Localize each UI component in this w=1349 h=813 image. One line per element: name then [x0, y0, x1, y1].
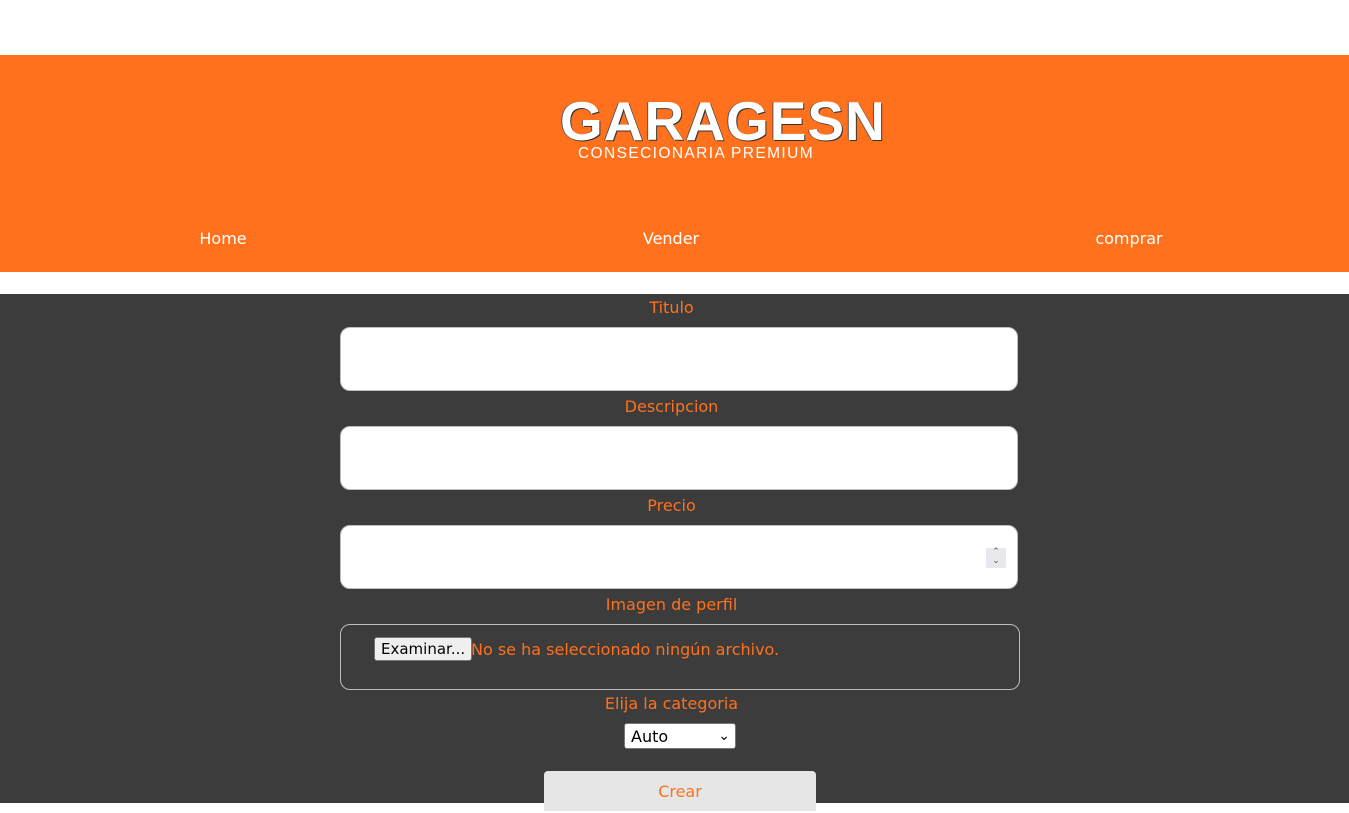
- number-spinner-icon[interactable]: ⌃ ⌄: [986, 548, 1006, 568]
- categoria-label: Elija la categoria: [604, 694, 739, 713]
- titulo-input[interactable]: [341, 328, 1017, 390]
- crear-button[interactable]: Crear: [544, 771, 816, 811]
- logo-wordmark: GARAGESN: [560, 90, 886, 152]
- precio-label: Precio: [647, 496, 696, 515]
- nav-home-link[interactable]: Home: [180, 229, 266, 249]
- file-status-text: No se ha seleccionado ningún archivo.: [471, 640, 780, 659]
- site-logo[interactable]: GARAGESN CONSECIONARIA PREMIUM: [560, 90, 886, 165]
- logo-tagline: CONSECIONARIA PREMIUM: [577, 145, 815, 162]
- categoria-select[interactable]: Auto ⌄: [624, 723, 736, 749]
- categoria-selected-value: Auto: [631, 727, 669, 746]
- descripcion-label: Descripcion: [624, 397, 719, 416]
- chevron-down-icon: ⌄: [718, 728, 730, 744]
- precio-input[interactable]: [341, 526, 1017, 588]
- descripcion-input[interactable]: [341, 427, 1017, 489]
- create-listing-form: Titulo Descripcion Precio ⌃ ⌄ Imagen de p…: [0, 294, 1349, 811]
- descripcion-field[interactable]: [340, 426, 1018, 490]
- nav-vender-link[interactable]: Vender: [626, 229, 716, 249]
- browse-file-button[interactable]: Examinar...: [374, 637, 473, 661]
- imagen-file-input[interactable]: Examinar... No se ha seleccionado ningún…: [340, 624, 1020, 690]
- titulo-field[interactable]: [340, 327, 1018, 391]
- titulo-label: Titulo: [649, 298, 694, 317]
- site-header: GARAGESN CONSECIONARIA PREMIUM Home Vend…: [0, 55, 1349, 272]
- imagen-label: Imagen de perfil: [605, 595, 738, 614]
- nav-comprar-link[interactable]: comprar: [1078, 229, 1180, 249]
- precio-field[interactable]: ⌃ ⌄: [340, 525, 1018, 589]
